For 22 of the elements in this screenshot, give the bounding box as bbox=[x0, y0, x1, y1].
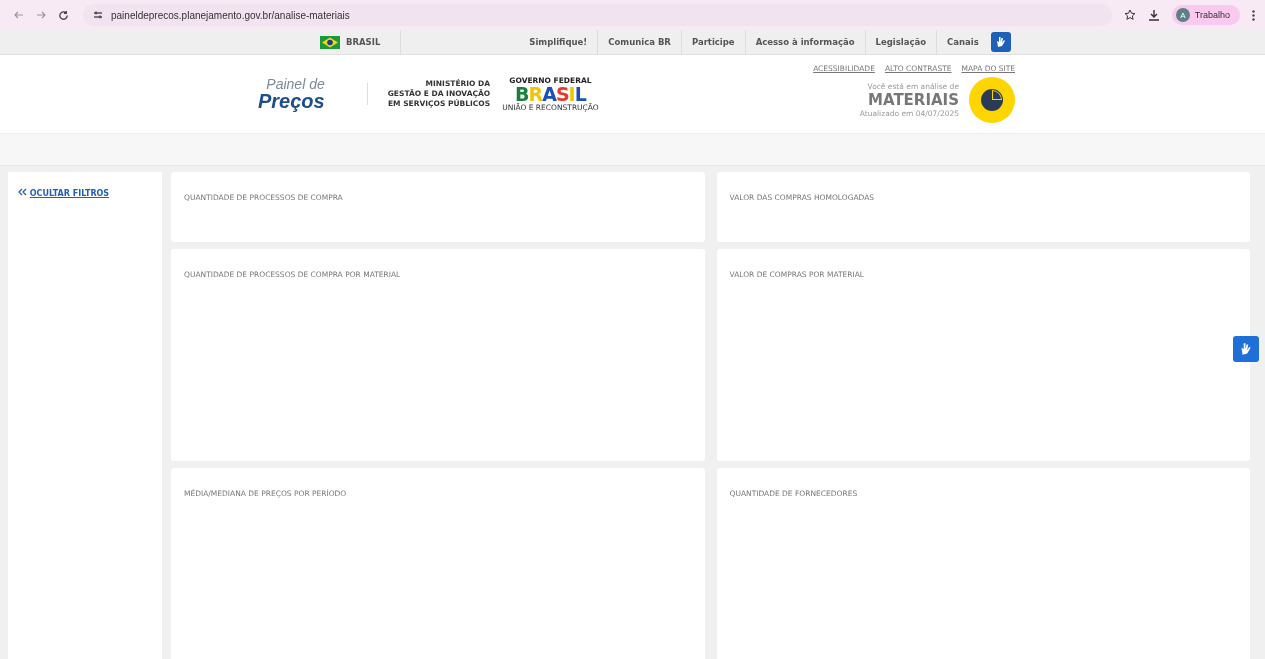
painel-de-precos-logo: Painel de Preços bbox=[258, 77, 325, 111]
gov-bar-link[interactable]: Simplifique! bbox=[519, 29, 598, 55]
site-settings-icon[interactable] bbox=[93, 10, 103, 20]
gov-bar-link[interactable]: Comunica BR bbox=[597, 29, 681, 55]
gov-bar-link[interactable]: Legislação bbox=[864, 29, 937, 55]
profile-button[interactable]: A Trabalho bbox=[1171, 5, 1240, 25]
double-chevron-icon bbox=[18, 188, 27, 196]
bookmark-star-icon[interactable] bbox=[1123, 9, 1136, 21]
context-title: MATERIAIS bbox=[868, 91, 959, 109]
gov-bar-link[interactable]: Acesso à informação bbox=[744, 29, 865, 55]
gov-bar-link[interactable]: Canais bbox=[936, 29, 989, 55]
sign-language-button[interactable] bbox=[1233, 336, 1259, 362]
flag-icon bbox=[320, 35, 340, 49]
pie-chart-icon bbox=[969, 77, 1015, 123]
address-bar[interactable]: paineldeprecos.planejamento.gov.br/analise-materiais bbox=[83, 4, 1112, 26]
hide-filters-link[interactable]: OCULTAR FILTROS bbox=[18, 189, 110, 198]
gov-bar-link[interactable]: Participe bbox=[680, 29, 745, 55]
sign-language-button[interactable] bbox=[990, 32, 1011, 52]
download-icon[interactable] bbox=[1147, 9, 1160, 21]
country-link[interactable]: BRASIL bbox=[346, 37, 381, 47]
reload-icon[interactable] bbox=[58, 9, 69, 21]
menu-icon[interactable] bbox=[1252, 9, 1255, 21]
